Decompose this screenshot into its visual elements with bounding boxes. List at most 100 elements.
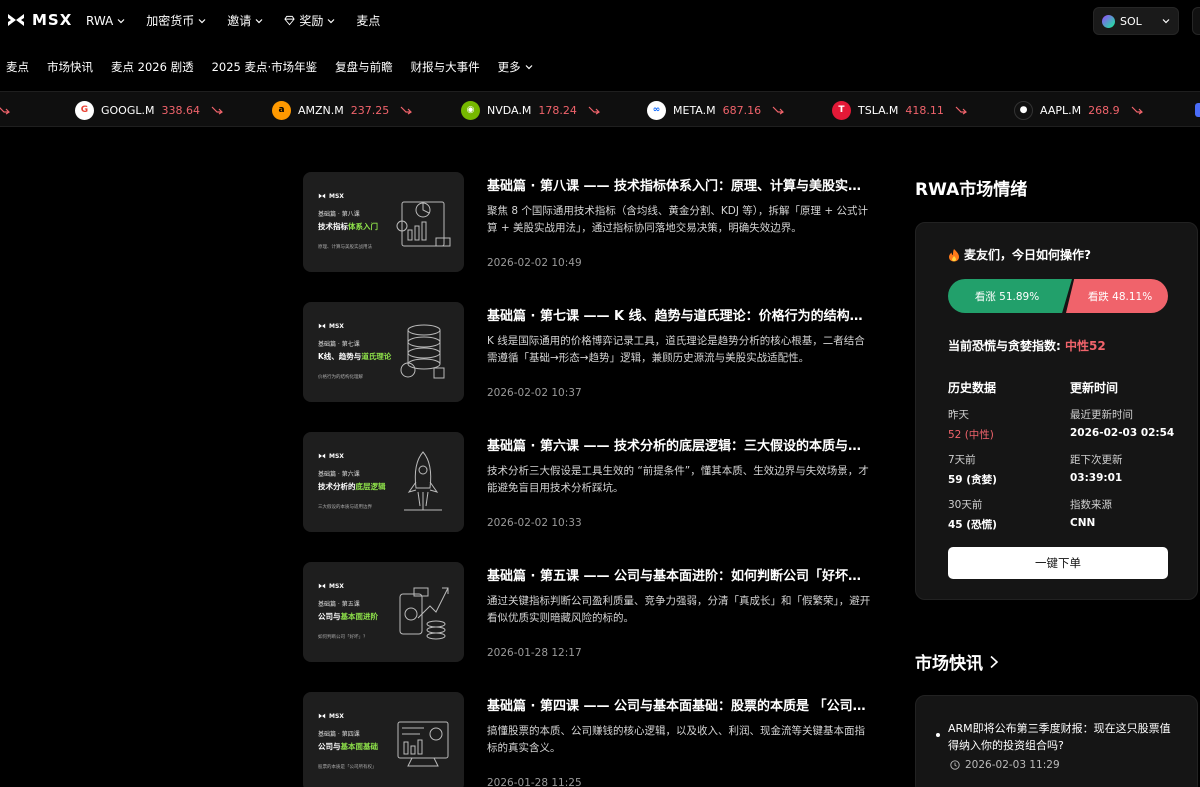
msx-logo-icon: [318, 713, 326, 719]
subnav-flash-news[interactable]: 市场快讯: [47, 59, 93, 75]
history-label: 30天前: [948, 499, 983, 511]
article-thumbnail: MSX 基础篇 · 第七课 K线、趋势与道氏理论 价格行为的结构化理解: [303, 302, 464, 402]
history-header: 历史数据: [948, 381, 997, 395]
trend-down-icon: [772, 106, 785, 115]
msx-logo-icon: [318, 193, 326, 199]
article-thumbnail: MSX 基础篇 · 第四课 公司与基本面基础 股票的本质是「公司所有权」: [303, 692, 464, 787]
ticker-symbol: AAPL.M: [1040, 103, 1082, 117]
news-headline: ARM即将公布第三季度财报：现在这只股票值得纳入你的投资组合吗?: [948, 722, 1171, 752]
chain-selector[interactable]: SOL: [1093, 7, 1179, 35]
nav-label: 邀请: [227, 14, 252, 28]
thumb-title-plain: 技术指标: [318, 222, 348, 231]
msx-logo-icon: [318, 453, 326, 459]
sub-nav: 麦点 市场快讯 麦点 2026 剧透 2025 麦点·市场年鉴 复盘与前瞻 财报…: [6, 59, 551, 75]
nav-crypto[interactable]: 加密货币: [146, 12, 206, 29]
ticker-symbol: META.M: [673, 103, 716, 117]
msx-logo[interactable]: MSX: [6, 10, 72, 30]
price-ticker: G GOOGL.M 338.64 a AMZN.M 237.25 ◉ NVDA.…: [0, 91, 1200, 127]
nav-rwa[interactable]: RWA: [86, 12, 125, 29]
article-summary: 技术分析三大假设是工具生效的 “前提条件”，懂其本质、生效边界与失效场景，才能避…: [487, 465, 869, 494]
trend-down-icon: [1131, 106, 1143, 115]
msx-logo-icon: [8, 14, 24, 26]
history-value: 59 (贪婪): [948, 474, 997, 486]
thumb-tagline: 如何判断公司「好坏」？: [318, 635, 368, 640]
nvidia-logo-icon: ◉: [461, 100, 480, 120]
article-title: 基础篇 · 第七课 —— K 线、趋势与道氏理论：价格行为的结构化理解: [487, 309, 873, 324]
ticker-symbol: GOOGL.M: [101, 103, 155, 117]
vote-bullish-button[interactable]: 看涨 51.89%: [948, 279, 1072, 313]
thumb-title-plain: 公司与: [318, 612, 341, 621]
article-card[interactable]: MSX 基础篇 · 第八课 技术指标体系入门 原理、计算与美股实战用法 基础篇 …: [303, 172, 873, 272]
thumb-brand-name: MSX: [329, 322, 344, 330]
subnav-more[interactable]: 更多: [498, 59, 533, 75]
sentiment-question: 麦友们，今日如何操作?: [948, 246, 1091, 263]
article-card[interactable]: MSX 基础篇 · 第五课 公司与基本面进阶 如何判断公司「好坏」？ 基础篇 ·…: [303, 562, 873, 662]
tesla-logo-icon: T: [832, 100, 851, 120]
sentiment-vote-bar: 看涨 51.89% 看跌 48.11%: [948, 279, 1168, 313]
ticker-symbol: TSLA.M: [858, 103, 899, 117]
ticker-item-tsla[interactable]: T TSLA.M 418.11: [832, 92, 967, 126]
clock-icon: [950, 760, 960, 770]
vote-bearish-button[interactable]: 看跌 48.11%: [1066, 279, 1168, 313]
market-news-header[interactable]: 市场快讯: [915, 649, 999, 674]
article-thumbnail: MSX 基础篇 · 第五课 公司与基本面进阶 如何判断公司「好坏」？: [303, 562, 464, 662]
update-value: 03:39:01: [1070, 472, 1123, 484]
thumb-title-highlight: 体系入门: [348, 222, 378, 231]
subnav-points[interactable]: 麦点: [6, 59, 29, 75]
update-value: CNN: [1070, 517, 1096, 529]
nav-invite[interactable]: 邀请: [227, 12, 263, 29]
trend-down-icon: [400, 106, 413, 115]
subnav-2026-preview[interactable]: 麦点 2026 剧透: [111, 59, 194, 75]
thumb-lesson: 基础篇 · 第八课: [318, 211, 360, 218]
chevron-down-icon: [327, 18, 335, 23]
history-label: 7天前: [948, 454, 976, 466]
article-title: 基础篇 · 第五课 —— 公司与基本面进阶：如何判断公司「好坏」？: [487, 569, 873, 584]
nav-rewards[interactable]: 奖励: [284, 12, 335, 29]
thumb-tagline: 三大假设的本质与适用边界: [318, 505, 372, 510]
fear-greed-value: 中性52: [1065, 339, 1106, 353]
trend-down-icon: [211, 106, 223, 115]
ticker-item-amzn[interactable]: a AMZN.M 237.25: [272, 92, 413, 126]
thumb-lesson: 基础篇 · 第六课: [318, 471, 360, 478]
history-value: 45 (恐慌): [948, 519, 997, 531]
article-card[interactable]: MSX 基础篇 · 第四课 公司与基本面基础 股票的本质是「公司所有权」 基础篇…: [303, 692, 873, 787]
ticker-item-nvda[interactable]: ◉ NVDA.M 178.24: [461, 92, 600, 126]
ticker-price: 237.25: [350, 103, 390, 117]
thumb-brand-name: MSX: [329, 452, 344, 460]
subnav-earnings[interactable]: 财报与大事件: [411, 59, 480, 75]
update-label: 距下次更新: [1070, 454, 1123, 466]
article-summary: K 线是国际通用的价格博弈记录工具，道氏理论是趋势分析的核心根基，二者结合需遵循…: [487, 335, 865, 364]
trend-down-icon: [588, 106, 600, 115]
subnav-2025-yearbook[interactable]: 2025 麦点·市场年鉴: [212, 59, 318, 75]
history-value: 52 (中性): [948, 429, 994, 441]
article-thumbnail: MSX 基础篇 · 第六课 技术分析的底层逻辑 三大假设的本质与适用边界: [303, 432, 464, 532]
bullet-dot-icon: [936, 733, 940, 737]
thumb-brand: MSX: [318, 322, 344, 330]
article-time: 2026-02-02 10:49: [487, 257, 582, 269]
nav-points[interactable]: 麦点: [356, 12, 380, 29]
article-title: 基础篇 · 第四课 —— 公司与基本面基础：股票的本质是 「公司所有权」: [487, 699, 873, 714]
article-time: 2026-01-28 12:17: [487, 647, 582, 659]
ticker-price: 418.11: [905, 103, 944, 117]
dashboard-illustration: [397, 721, 449, 767]
article-summary: 聚焦 8 个国际通用技术指标（含均线、黄金分割、KDJ 等），拆解「原理 + 公…: [487, 205, 868, 234]
article-time: 2026-02-02 10:37: [487, 387, 582, 399]
update-value: 2026-02-03 02:54: [1070, 427, 1175, 439]
ticker-price: 268.9: [1088, 103, 1120, 117]
ticker-item-googl[interactable]: G GOOGL.M 338.64: [75, 92, 223, 126]
thumb-title-plain: 技术分析的: [318, 482, 356, 491]
article-card[interactable]: MSX 基础篇 · 第七课 K线、趋势与道氏理论 价格行为的结构化理解 基础篇 …: [303, 302, 873, 402]
chevron-down-icon: [525, 65, 533, 70]
thumb-title: K线、趋势与道氏理论: [318, 351, 391, 362]
account-button[interactable]: [1192, 7, 1200, 35]
news-card[interactable]: ARM即将公布第三季度财报：现在这只股票值得纳入你的投资组合吗? 2026-02…: [915, 695, 1198, 787]
article-card[interactable]: MSX 基础篇 · 第六课 技术分析的底层逻辑 三大假设的本质与适用边界 基础篇…: [303, 432, 873, 532]
subnav-review[interactable]: 复盘与前瞻: [335, 59, 393, 75]
diamond-icon: [284, 15, 295, 26]
fear-greed-index: 当前恐慌与贪婪指数: 中性52: [948, 337, 1106, 354]
quick-order-button[interactable]: 一键下单: [948, 547, 1168, 579]
ticker-item-aapl[interactable]: ● AAPL.M 268.9: [1014, 92, 1143, 126]
thumb-lesson: 基础篇 · 第七课: [318, 341, 360, 348]
ticker-item-meta[interactable]: ∞ META.M 687.16: [647, 92, 785, 126]
update-header: 更新时间: [1070, 381, 1119, 395]
